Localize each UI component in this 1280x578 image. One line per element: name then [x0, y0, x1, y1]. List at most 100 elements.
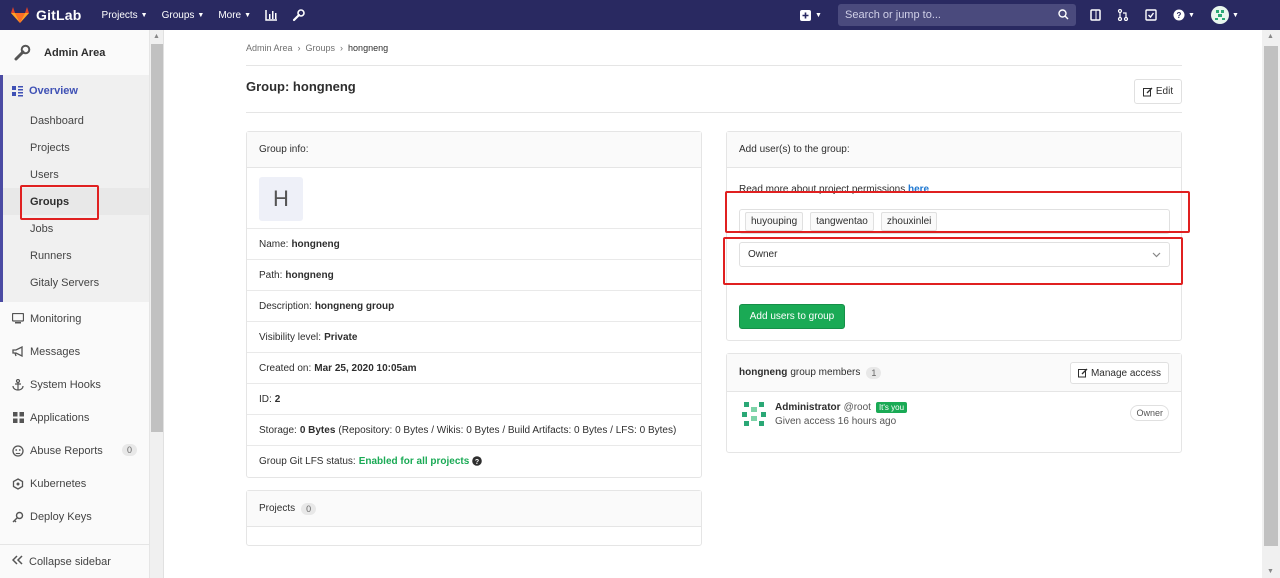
svg-text:?: ?	[475, 459, 479, 466]
scroll-up-arrow-icon[interactable]: ▲	[153, 33, 160, 40]
sidebar-scrollbar[interactable]: ▲	[150, 30, 164, 578]
info-visibility-value: Private	[324, 331, 358, 343]
search-box[interactable]	[838, 4, 1076, 26]
collapse-sidebar-label: Collapse sidebar	[29, 555, 111, 568]
its-you-badge: It's you	[875, 401, 908, 413]
projects-count-badge: 0	[301, 502, 317, 515]
annotation-highlight-box	[723, 237, 1183, 285]
sidebar-item-monitoring[interactable]: Monitoring	[0, 302, 149, 335]
add-users-to-group-button[interactable]: Add users to group	[739, 304, 845, 329]
manage-access-label: Manage access	[1090, 367, 1161, 379]
anchor-icon	[12, 378, 24, 391]
sidebar-kubernetes-label: Kubernetes	[30, 477, 87, 490]
sidebar-item-dashboard[interactable]: Dashboard	[3, 107, 149, 134]
overview-icon	[12, 85, 23, 97]
breadcrumb-admin-area[interactable]: Admin Area	[246, 43, 293, 53]
gitlab-logo-text: GitLab	[36, 7, 82, 23]
user-avatar-menu[interactable]: ▼	[1210, 6, 1239, 24]
nav-more-label: More	[218, 9, 242, 21]
todos-icon[interactable]	[1145, 9, 1157, 21]
info-name-label: Name:	[259, 238, 289, 250]
search-icon[interactable]	[1058, 9, 1069, 23]
scroll-up-arrow-icon[interactable]: ▲	[1267, 33, 1274, 40]
annotation-highlight-box	[725, 191, 1190, 233]
sidebar-item-system-hooks[interactable]: System Hooks	[0, 368, 149, 401]
member-access-time: Given access 16 hours ago	[775, 415, 897, 427]
gitlab-logo[interactable]: GitLab	[10, 6, 82, 24]
add-users-card: Add user(s) to the group: Read more abou…	[726, 131, 1182, 341]
sidebar-item-deploy-keys[interactable]: Deploy Keys	[0, 500, 149, 533]
sidebar-item-applications[interactable]: Applications	[0, 401, 149, 434]
page-scrollbar[interactable]: ▲ ▼	[1262, 30, 1280, 578]
sidebar-item-kubernetes[interactable]: Kubernetes	[0, 467, 149, 500]
admin-wrench-icon[interactable]	[292, 8, 305, 22]
megaphone-icon	[12, 346, 24, 357]
info-storage-label: Storage:	[259, 424, 297, 436]
merge-requests-icon[interactable]	[1117, 9, 1129, 21]
sidebar-header[interactable]: Admin Area	[0, 30, 149, 75]
sidebar-system-hooks-label: System Hooks	[30, 378, 101, 391]
kubernetes-icon	[12, 477, 24, 490]
chevron-down-icon: ▼	[140, 11, 148, 19]
activity-chart-icon[interactable]	[265, 9, 278, 22]
sidebar-item-messages[interactable]: Messages	[0, 335, 149, 368]
sidebar-item-gitaly-servers[interactable]: Gitaly Servers	[3, 269, 149, 296]
breadcrumb-groups[interactable]: Groups	[306, 43, 336, 53]
new-item-plus-icon[interactable]: ▼	[800, 9, 822, 21]
nav-projects[interactable]: Projects ▼	[102, 9, 148, 22]
info-created-value: Mar 25, 2020 10:05am	[314, 362, 417, 374]
member-username: @root	[843, 401, 871, 413]
collapse-sidebar-button[interactable]: Collapse sidebar	[0, 544, 150, 578]
group-info-header: Group info:	[247, 132, 701, 168]
svg-text:?: ?	[1177, 11, 1182, 20]
double-chevron-left-icon	[11, 555, 23, 568]
issues-icon[interactable]	[1090, 9, 1101, 21]
member-avatar-icon[interactable]	[739, 399, 769, 429]
breadcrumb-current[interactable]: hongneng	[348, 43, 388, 53]
breadcrumb-separator-icon: ›	[297, 43, 301, 53]
projects-header: Projects 0	[247, 491, 701, 527]
sidebar-item-projects[interactable]: Projects	[3, 134, 149, 161]
nav-groups[interactable]: Groups ▼	[162, 9, 205, 22]
chevron-down-icon: ▼	[815, 11, 822, 19]
member-name[interactable]: Administrator	[775, 402, 841, 413]
search-input[interactable]	[838, 9, 1048, 21]
question-circle-icon[interactable]: ?	[472, 456, 483, 466]
member-details: Administrator @root It's you Given acces…	[775, 401, 908, 427]
admin-sidebar: Admin Area Overview Dashboard Projects U…	[0, 30, 150, 578]
info-id-label: ID:	[259, 393, 272, 405]
sidebar-messages-label: Messages	[30, 345, 81, 358]
abuse-reports-count-badge: 0	[122, 444, 138, 456]
projects-card: Projects 0	[246, 490, 702, 546]
edit-button[interactable]: Edit	[1134, 79, 1182, 104]
sidebar-item-abuse-reports[interactable]: Abuse Reports 0	[0, 434, 149, 467]
info-lfs-label: Group Git LFS status:	[259, 455, 356, 467]
manage-access-button[interactable]: Manage access	[1069, 362, 1169, 384]
sidebar-deploy-keys-label: Deploy Keys	[30, 510, 92, 523]
members-header: hongneng group members 1 Manage access	[727, 354, 1181, 392]
info-row-lfs: Group Git LFS status: Enabled for all pro…	[247, 445, 701, 476]
nav-more[interactable]: More ▼	[218, 9, 251, 22]
info-row-id: ID: 2	[247, 383, 701, 414]
abuse-icon	[12, 444, 24, 457]
top-navbar: GitLab Projects▼ Groups▼ More▼ ▼ ?▼ ▼	[0, 0, 1280, 30]
sidebar-item-users[interactable]: Users	[3, 161, 149, 188]
sidebar-applications-label: Applications	[30, 411, 90, 424]
chevron-down-icon: ▼	[1188, 11, 1195, 19]
divider	[246, 112, 1182, 113]
sidebar-overview-label: Overview	[29, 85, 78, 97]
scroll-down-arrow-icon[interactable]: ▼	[1267, 568, 1274, 575]
sidebar-item-runners[interactable]: Runners	[3, 242, 149, 269]
key-icon	[12, 511, 24, 523]
sidebar-item-overview[interactable]: Overview	[3, 75, 149, 107]
page-scroll-thumb[interactable]	[1264, 46, 1278, 546]
help-icon[interactable]: ? ▼	[1173, 9, 1195, 21]
page-title: Group: hongneng	[246, 79, 356, 94]
info-row-visibility: Visibility level: Private	[247, 321, 701, 352]
member-row: Administrator @root It's you Given acces…	[727, 392, 1181, 436]
info-created-label: Created on:	[259, 362, 312, 374]
breadcrumb: Admin Area › Groups › hongneng	[246, 43, 388, 53]
sidebar-abuse-reports-label: Abuse Reports	[30, 444, 103, 457]
sidebar-scroll-thumb[interactable]	[151, 44, 163, 432]
nav-groups-label: Groups	[161, 9, 195, 21]
